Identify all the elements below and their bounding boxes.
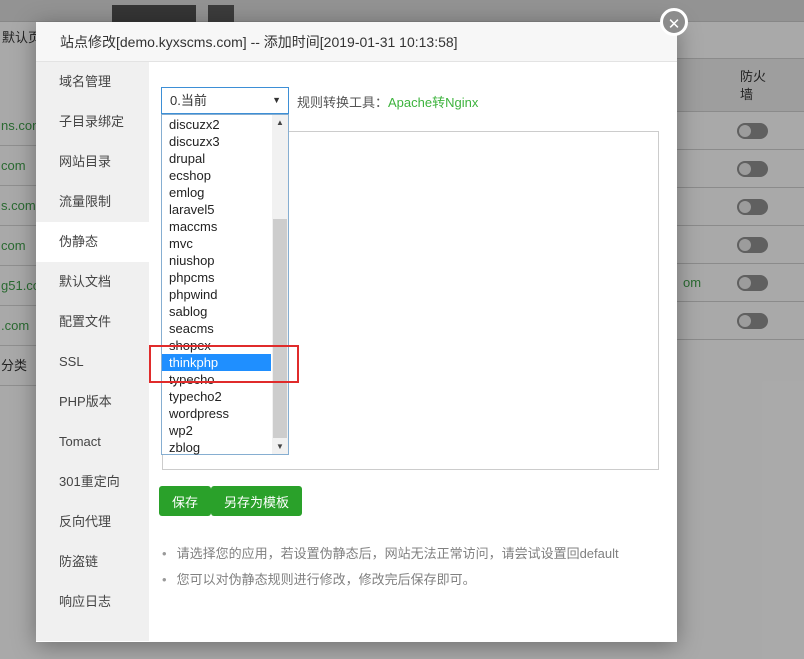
close-icon[interactable]: ✕: [660, 8, 688, 36]
sidebar-menu-item[interactable]: 301重定向: [36, 462, 149, 502]
notes-list: •请选择您的应用，若设置伪静态后，网站无法正常访问，请尝试设置回default …: [162, 544, 619, 596]
bullet-icon: •: [162, 572, 167, 587]
site-edit-dialog: ✕ 站点修改[demo.kyxscms.com] -- 添加时间[2019-01…: [36, 22, 677, 642]
note-line: • 请选择您的应用，若设置伪静态后，网站无法正常访问，请尝试设置回default: [162, 544, 619, 564]
dropdown-option[interactable]: niushop: [162, 252, 271, 269]
chevron-down-icon: ▼: [272, 88, 281, 113]
dropdown-option[interactable]: wp2: [162, 422, 271, 439]
dropdown-option[interactable]: laravel5: [162, 201, 271, 218]
dropdown-option[interactable]: discuzx2: [162, 116, 271, 133]
dropdown-option[interactable]: mvc: [162, 235, 271, 252]
dropdown-option[interactable]: zblog: [162, 439, 271, 456]
sidebar-menu-item[interactable]: 域名管理: [36, 62, 149, 102]
bullet-icon: •: [162, 546, 167, 561]
sidebar-menu-item[interactable]: SSL: [36, 342, 149, 382]
sidebar-menu-item[interactable]: 流量限制: [36, 182, 149, 222]
dropdown-option[interactable]: emlog: [162, 184, 271, 201]
sidebar-menu-item[interactable]: 响应日志: [36, 582, 149, 622]
dialog-title: 站点修改[demo.kyxscms.com] -- 添加时间[2019-01-3…: [36, 22, 677, 62]
rewrite-template-select[interactable]: 0.当前 ▼: [161, 87, 289, 114]
note-text: 您可以对伪静态规则进行修改，修改完后保存即可。: [177, 572, 476, 587]
note-line: • 您可以对伪静态规则进行修改，修改完后保存即可。: [162, 570, 619, 590]
dropdown-options: discuzx2 discuzx3 drupal ecshop emlog la…: [162, 116, 271, 456]
sidebar-menu-item[interactable]: 配置文件: [36, 302, 149, 342]
sidebar-menu-item[interactable]: 反向代理: [36, 502, 149, 542]
dropdown-scrollbar[interactable]: ▲ ▼: [272, 115, 288, 454]
dropdown-option[interactable]: phpwind: [162, 286, 271, 303]
rewrite-template-dropdown: discuzx2 discuzx3 drupal ecshop emlog la…: [161, 114, 289, 455]
screen: 默认页 ns.com com s.com com: [0, 0, 804, 659]
dropdown-option[interactable]: wordpress: [162, 405, 271, 422]
sidebar-menu-item[interactable]: PHP版本: [36, 382, 149, 422]
sidebar-menu-item[interactable]: 子目录绑定: [36, 102, 149, 142]
sidebar-menu-item[interactable]: 默认文档: [36, 262, 149, 302]
sidebar-menu-item[interactable]: 防盗链: [36, 542, 149, 582]
scrollbar-thumb[interactable]: [273, 219, 287, 438]
sidebar-menu-item[interactable]: 伪静态: [36, 222, 149, 262]
dropdown-option[interactable]: drupal: [162, 150, 271, 167]
save-button[interactable]: 保存: [159, 486, 211, 516]
sidebar-menu-item[interactable]: 网站目录: [36, 142, 149, 182]
rule-convert-tool-label: 规则转换工具：: [297, 95, 388, 110]
select-current-value: 0.当前: [170, 93, 207, 108]
sidebar-menu-item[interactable]: Tomact: [36, 422, 149, 462]
note-text: 请选择您的应用，若设置伪静态后，网站无法正常访问，请尝试设置回default: [177, 546, 619, 561]
dropdown-option[interactable]: thinkphp: [162, 354, 271, 371]
dropdown-option[interactable]: shopex: [162, 337, 271, 354]
dialog-sidebar-menu: 域名管理 子目录绑定 网站目录 流量限制 伪静态 默认文档 配置文件 SSL P…: [36, 62, 149, 641]
dropdown-option[interactable]: typecho: [162, 371, 271, 388]
dropdown-option[interactable]: maccms: [162, 218, 271, 235]
save-as-template-button[interactable]: 另存为模板: [211, 486, 302, 516]
apache-to-nginx-link[interactable]: Apache转Nginx: [388, 95, 478, 110]
dropdown-option[interactable]: seacms: [162, 320, 271, 337]
dropdown-option[interactable]: sablog: [162, 303, 271, 320]
dropdown-option[interactable]: ecshop: [162, 167, 271, 184]
scroll-down-icon[interactable]: ▼: [272, 439, 288, 454]
dropdown-option[interactable]: discuzx3: [162, 133, 271, 150]
dropdown-option[interactable]: typecho2: [162, 388, 271, 405]
rewrite-panel: 0.当前 ▼ 规则转换工具：Apache转Nginx discuzx2 disc…: [149, 62, 677, 641]
dialog-body: 域名管理 子目录绑定 网站目录 流量限制 伪静态 默认文档 配置文件 SSL P…: [36, 62, 677, 641]
scroll-up-icon[interactable]: ▲: [272, 115, 288, 130]
dropdown-option[interactable]: phpcms: [162, 269, 271, 286]
rule-convert-tool-row: 规则转换工具：Apache转Nginx: [297, 92, 478, 111]
